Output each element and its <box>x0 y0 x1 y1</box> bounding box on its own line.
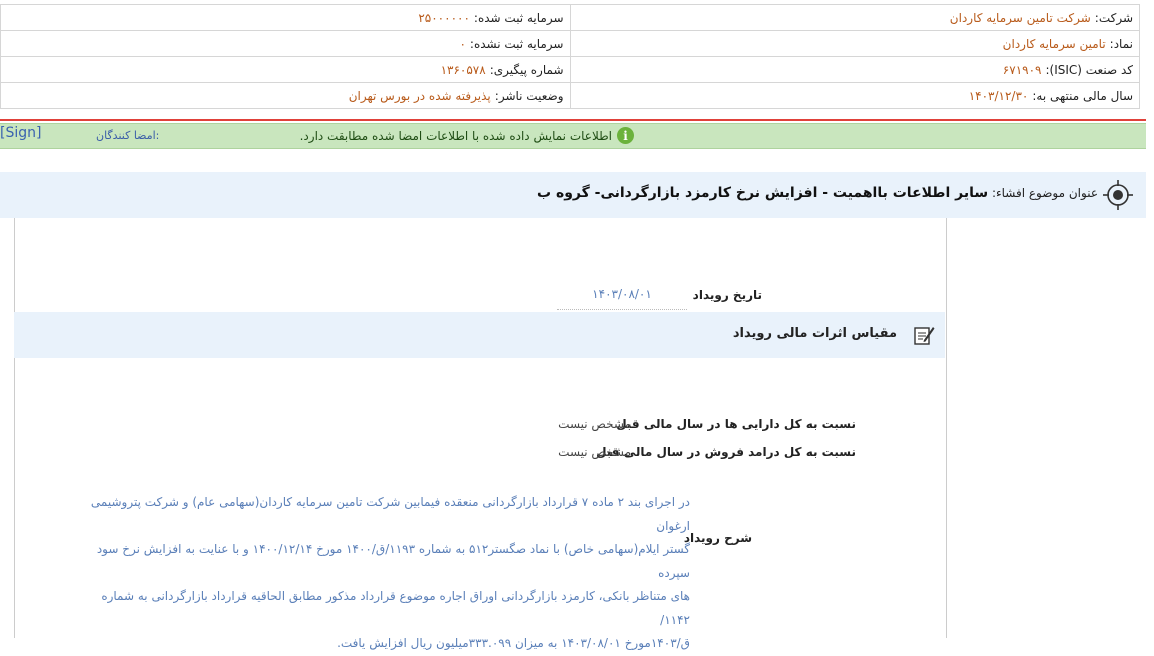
description-line: های متناظر بانکی، کارمزد بازارگردانی اور… <box>101 589 690 627</box>
fiscal-year-label: سال مالی منتهی به: <box>1032 88 1133 103</box>
symbol-cell: نماد:تامین سرمایه کاردان <box>569 30 1140 57</box>
publisher-status-cell: وضعیت ناشر:پذیرفته شده در بورس تهران <box>0 82 571 109</box>
isic-value: ۶۷۱۹۰۹ <box>1002 62 1042 77</box>
ratio-revenue-label: نسبت به کل درامد فروش در سال مالی قبل <box>596 445 856 459</box>
description-line: در اجرای بند ۲ ماده ۷ قرارداد بازارگردان… <box>90 495 690 533</box>
tracking-label: شماره پیگیری: <box>489 62 564 77</box>
company-label: شرکت: <box>1094 10 1133 25</box>
capital-registered-value: ۲۵۰۰۰۰۰۰ <box>418 10 470 25</box>
event-description-text: در اجرای بند ۲ ماده ۷ قرارداد بازارگردان… <box>86 491 690 656</box>
isic-cell: کد صنعت (ISIC):۶۷۱۹۰۹ <box>569 56 1140 83</box>
capital-unregistered-value: ۰ <box>459 36 466 51</box>
info-icon: i <box>617 127 634 144</box>
subject-header: عنوان موضوع افشاء: سایر اطلاعات بااهمیت … <box>0 172 1146 218</box>
sign-link[interactable]: [Sign] <box>0 125 41 141</box>
capital-unregistered-cell: سرمایه ثبت نشده:۰ <box>0 30 571 57</box>
event-description-label: شرح رویداد <box>683 531 752 545</box>
ratio-revenue-value: مشخص نیست <box>558 445 631 459</box>
verification-message: i اطلاعات نمایش داده شده با اطلاعات امضا… <box>300 127 634 144</box>
alert-divider <box>0 119 1146 121</box>
tracking-value: ۱۳۶۰۵۷۸ <box>440 62 486 77</box>
section-title: مقیاس اثرات مالی رویداد <box>732 326 897 341</box>
subject-title: عنوان موضوع افشاء: سایر اطلاعات بااهمیت … <box>537 185 1098 201</box>
symbol-value: تامین سرمایه کاردان <box>1002 36 1106 51</box>
isic-label: کد صنعت (ISIC): <box>1045 62 1133 77</box>
publisher-status-value: پذیرفته شده در بورس تهران <box>348 88 491 103</box>
fiscal-year-cell: سال مالی منتهی به:۱۴۰۳/۱۲/۳۰ <box>569 82 1140 109</box>
edit-note-icon <box>914 327 935 345</box>
ratio-assets-label: نسبت به کل دارایی ها در سال مالی قبل <box>616 417 856 431</box>
company-info-table: شرکت:شرکت تامین سرمایه کاردان سرمایه ثبت… <box>0 4 1140 109</box>
event-date-label: تاریخ رویداد <box>692 288 762 302</box>
company-value: شرکت تامین سرمایه کاردان <box>949 10 1091 25</box>
event-date-value: ۱۴۰۳/۰۸/۰۱ <box>557 283 687 310</box>
fiscal-year-value: ۱۴۰۳/۱۲/۳۰ <box>968 88 1029 103</box>
description-line: گستر ایلام(سهامی خاص) با نماد صگستر۵۱۲ ب… <box>96 542 690 580</box>
publisher-status-label: وضعیت ناشر: <box>494 88 564 103</box>
capital-unregistered-label: سرمایه ثبت نشده: <box>469 36 564 51</box>
financial-effects-section: مقیاس اثرات مالی رویداد <box>14 312 945 358</box>
tracking-cell: شماره پیگیری:۱۳۶۰۵۷۸ <box>0 56 571 83</box>
verification-text: اطلاعات نمایش داده شده با اطلاعات امضا ش… <box>299 128 612 143</box>
signers-label: امضا کنندگان: <box>96 129 160 142</box>
description-line: ق/۱۴۰۳مورخ ۱۴۰۳/۰۸/۰۱ به میزان ۳۳۳.۰۹۹می… <box>337 636 690 650</box>
subject-prefix: عنوان موضوع افشاء: <box>991 186 1098 200</box>
ratio-assets-value: مشخص نیست <box>558 417 631 431</box>
symbol-label: نماد: <box>1109 36 1133 51</box>
company-cell: شرکت:شرکت تامین سرمایه کاردان <box>569 4 1140 31</box>
subject-title-text: سایر اطلاعات بااهمیت - افزایش نرخ کارمزد… <box>537 185 989 201</box>
verification-notice-bar: i اطلاعات نمایش داده شده با اطلاعات امضا… <box>0 123 1146 149</box>
target-icon <box>1103 180 1133 210</box>
capital-registered-cell: سرمایه ثبت شده:۲۵۰۰۰۰۰۰ <box>0 4 571 31</box>
capital-registered-label: سرمایه ثبت شده: <box>473 10 564 25</box>
